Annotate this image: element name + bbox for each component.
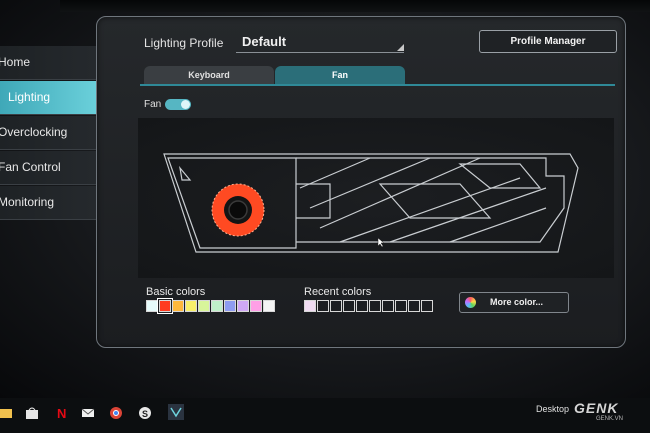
recent-color-swatch[interactable] <box>343 300 355 312</box>
sidebar-item-lighting[interactable]: Lighting <box>0 81 108 115</box>
basic-color-swatch[interactable] <box>172 300 184 312</box>
lighting-profile-select[interactable]: Default <box>236 30 404 53</box>
watermark-subtext: GENK.VN <box>596 416 624 422</box>
recent-color-swatch[interactable] <box>369 300 381 312</box>
chrome-icon[interactable] <box>109 406 123 420</box>
predator-sense-icon[interactable] <box>168 404 184 420</box>
basic-color-swatch[interactable] <box>157 298 173 314</box>
netflix-icon[interactable]: N <box>54 406 68 420</box>
basic-color-swatch[interactable] <box>263 300 275 312</box>
mouse-cursor-icon <box>377 237 385 248</box>
recent-color-swatch[interactable] <box>304 300 316 312</box>
sidebar-item-home[interactable]: Home <box>0 46 108 80</box>
sidebar-item-label: Home <box>0 55 31 69</box>
recent-color-swatch[interactable] <box>330 300 342 312</box>
dropdown-caret-icon <box>397 44 404 51</box>
recent-color-swatch[interactable] <box>421 300 433 312</box>
tab-fan[interactable]: Fan <box>275 66 405 84</box>
tab-keyboard[interactable]: Keyboard <box>144 66 274 84</box>
recent-color-swatch[interactable] <box>408 300 420 312</box>
skype-icon[interactable]: S <box>138 406 152 420</box>
sidebar-item-label: Overclocking <box>0 125 68 139</box>
fan-toggle-switch[interactable] <box>165 99 191 110</box>
file-explorer-icon[interactable] <box>0 406 14 420</box>
svg-text:N: N <box>57 406 66 420</box>
toggle-knob <box>181 100 190 109</box>
sidebar-item-overclocking[interactable]: Overclocking <box>0 116 108 150</box>
sidebar-item-fan-control[interactable]: Fan Control <box>0 151 108 185</box>
recent-colors-label: Recent colors <box>304 286 372 298</box>
basic-colors-label: Basic colors <box>146 286 206 298</box>
tab-underline <box>140 84 615 86</box>
sidebar: Home Lighting Overclocking Fan Control M… <box>0 46 108 221</box>
recent-color-swatch[interactable] <box>382 300 394 312</box>
basic-color-swatch[interactable] <box>211 300 223 312</box>
svg-text:S: S <box>142 409 148 419</box>
basic-color-swatch[interactable] <box>198 300 210 312</box>
sidebar-item-label: Fan Control <box>0 160 61 174</box>
recent-color-swatch[interactable] <box>395 300 407 312</box>
more-color-label: More color... <box>490 297 544 307</box>
color-wheel-icon <box>465 297 476 308</box>
sidebar-item-label: Monitoring <box>0 195 55 209</box>
sidebar-item-label: Lighting <box>8 90 51 104</box>
fan-toggle-label: Fan <box>144 99 162 110</box>
sidebar-item-monitoring[interactable]: Monitoring <box>0 186 108 220</box>
lighting-profile-value: Default <box>242 34 287 49</box>
taskbar: N S Desktop GENK GENK.VN <box>0 398 650 433</box>
basic-color-swatch[interactable] <box>185 300 197 312</box>
basic-color-swatch[interactable] <box>250 300 262 312</box>
store-icon[interactable] <box>25 406 39 420</box>
basic-color-swatch[interactable] <box>146 300 158 312</box>
more-color-button[interactable]: More color... <box>459 292 569 313</box>
profile-manager-button[interactable]: Profile Manager <box>479 30 617 53</box>
fan-icon <box>211 183 265 237</box>
basic-color-swatch[interactable] <box>224 300 236 312</box>
recent-color-swatch[interactable] <box>317 300 329 312</box>
top-bezel <box>60 0 650 12</box>
desktop-toolbar-label[interactable]: Desktop <box>536 404 569 414</box>
laptop-fan-diagram <box>163 153 579 253</box>
basic-color-swatch[interactable] <box>237 300 249 312</box>
recent-color-swatch[interactable] <box>356 300 368 312</box>
lighting-profile-label: Lighting Profile <box>144 36 224 50</box>
mail-icon[interactable] <box>81 406 95 420</box>
watermark-logo: GENK <box>574 400 619 416</box>
